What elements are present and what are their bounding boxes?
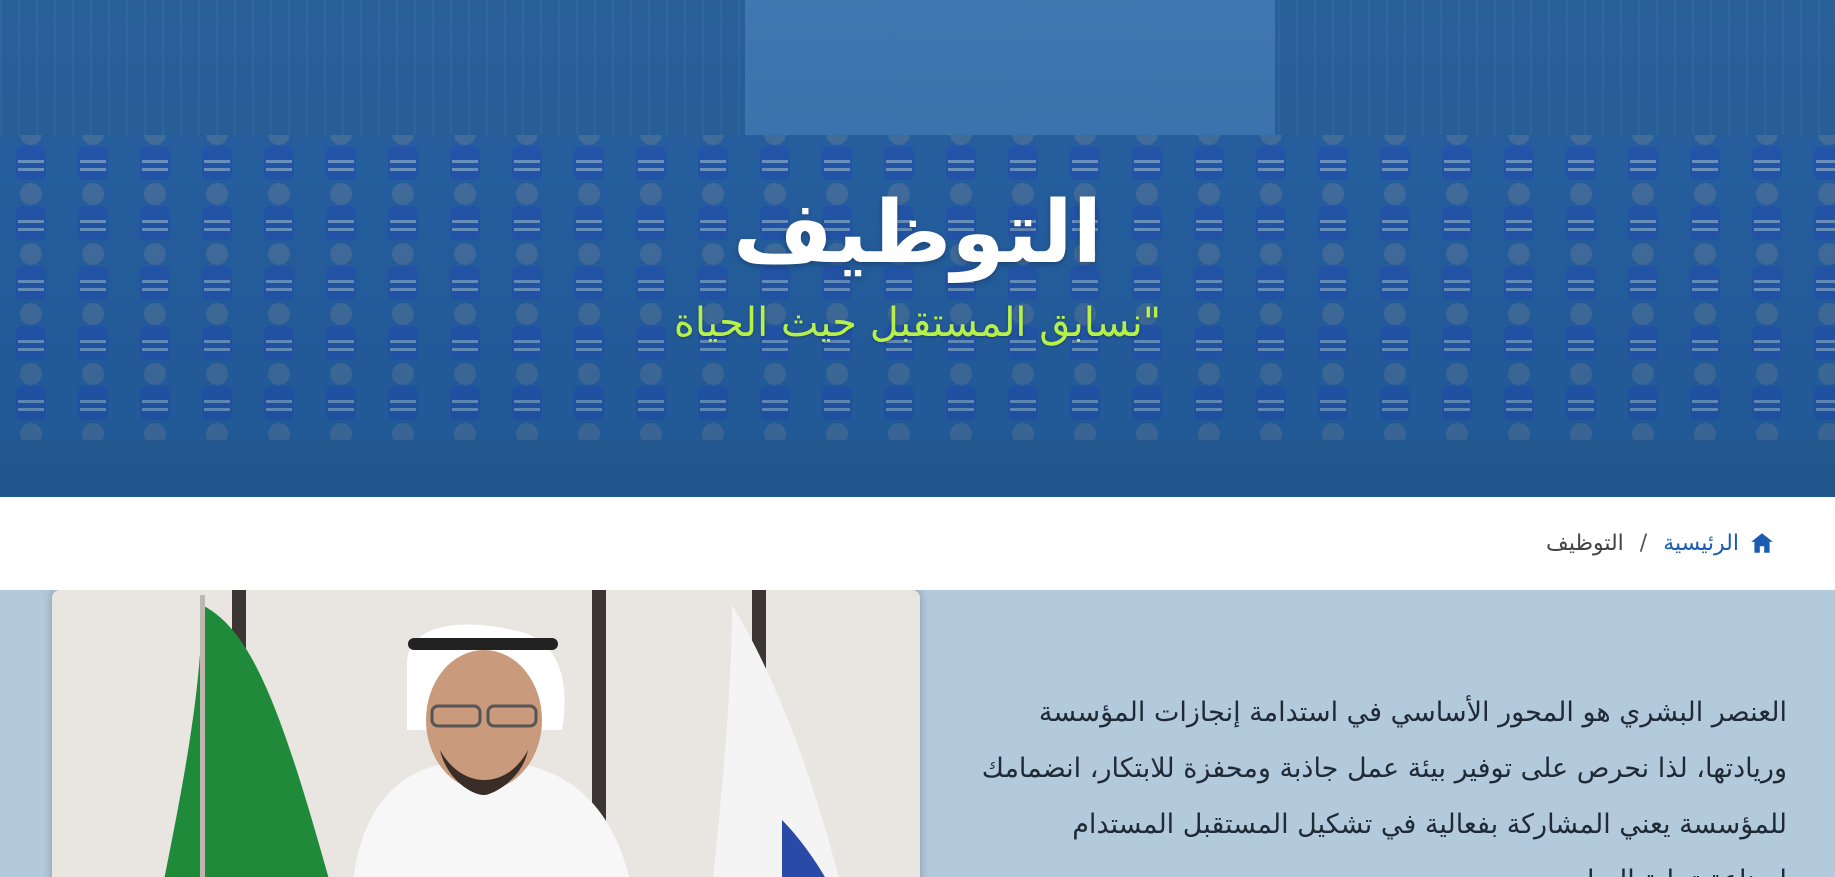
intro-line: للمؤسسة يعني المشاركة بفعالية في تشكيل ا… [1072, 809, 1787, 840]
intro-section: العنصر البشري هو المحور الأساسي في استدا… [0, 590, 1835, 877]
breadcrumb-home-link[interactable]: الرئيسية [1663, 531, 1739, 556]
executive-portrait [52, 590, 920, 877]
home-icon[interactable] [1749, 530, 1775, 556]
intro-line: العنصر البشري هو المحور الأساسي في استدا… [1038, 697, 1787, 728]
hero-banner: التوظيف "نسابق المستقبل حيث الحياة [0, 0, 1835, 497]
intro-text: العنصر البشري هو المحور الأساسي في استدا… [907, 685, 1787, 877]
breadcrumb-separator: / [1639, 530, 1648, 556]
intro-line: وريادتها، لذا نحرص على توفير بيئة عمل جا… [981, 753, 1787, 784]
portrait-image [52, 590, 920, 877]
breadcrumb-current: التوظيف [1546, 530, 1624, 556]
breadcrumb: الرئيسية / التوظيف [1546, 530, 1775, 556]
intro-line: لصناعة تحلية المياه [907, 853, 1787, 877]
page-title: التوظيف [732, 182, 1103, 283]
hero-subtitle: "نسابق المستقبل حيث الحياة [673, 300, 1162, 346]
